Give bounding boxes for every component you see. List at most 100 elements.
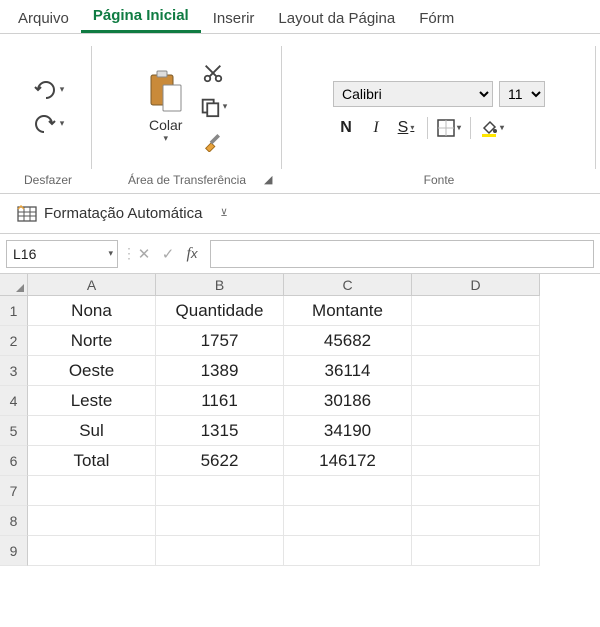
underline-label: S	[398, 119, 409, 137]
group-clipboard: Colar ▾ ▾ Área de Transferência ◢	[92, 38, 282, 193]
chevron-down-icon: ▾	[60, 118, 65, 129]
undo-icon	[32, 79, 58, 101]
row-header[interactable]: 7	[0, 476, 28, 506]
autoformat-icon	[16, 204, 38, 224]
column-header-a[interactable]: A	[28, 274, 156, 296]
cell[interactable]: 45682	[284, 326, 412, 356]
group-undo: ▾ ▾ Desfazer	[4, 38, 92, 193]
cancel-formula-button[interactable]: ✕	[132, 240, 156, 268]
qat-customize-dropdown[interactable]: ⊻	[220, 208, 227, 219]
cell[interactable]	[412, 476, 540, 506]
font-name-select[interactable]: Calibri	[333, 81, 493, 107]
cell[interactable]: 1757	[156, 326, 284, 356]
cell[interactable]	[412, 446, 540, 476]
chevron-down-icon: ▾	[108, 248, 113, 259]
format-painter-button[interactable]	[200, 128, 226, 154]
cell[interactable]	[412, 326, 540, 356]
cell[interactable]	[28, 506, 156, 536]
cell[interactable]	[156, 476, 284, 506]
quick-access-toolbar: Formatação Automática ⊻	[0, 194, 600, 234]
cell[interactable]: 1315	[156, 416, 284, 446]
copy-button[interactable]: ▾	[197, 94, 230, 120]
borders-icon	[437, 119, 455, 137]
tab-home[interactable]: Página Inicial	[81, 1, 201, 33]
cell[interactable]: Nona	[28, 296, 156, 326]
cell[interactable]	[412, 356, 540, 386]
row-header[interactable]: 4	[0, 386, 28, 416]
cell[interactable]	[412, 386, 540, 416]
chevron-down-icon: ▾	[223, 101, 228, 112]
cell[interactable]	[28, 536, 156, 566]
cell[interactable]	[284, 536, 412, 566]
tab-file[interactable]: Arquivo	[6, 4, 81, 33]
autoformat-button[interactable]: Formatação Automática	[10, 201, 208, 227]
x-icon: ✕	[138, 245, 151, 263]
cell[interactable]: 5622	[156, 446, 284, 476]
separator	[470, 117, 471, 139]
borders-button[interactable]: ▾	[436, 115, 462, 141]
cell[interactable]: 30186	[284, 386, 412, 416]
insert-function-button[interactable]: fx	[180, 240, 204, 268]
fill-color-button[interactable]: ▾	[479, 115, 505, 141]
group-label-font: Fonte	[424, 173, 455, 191]
cell[interactable]: Quantidade	[156, 296, 284, 326]
cell[interactable]: 36114	[284, 356, 412, 386]
underline-button[interactable]: S▾	[393, 115, 419, 141]
paintbrush-icon	[202, 130, 224, 152]
font-size-select[interactable]: 11	[499, 81, 545, 107]
row-header[interactable]: 1	[0, 296, 28, 326]
undo-button[interactable]: ▾	[30, 77, 67, 103]
row-header[interactable]: 6	[0, 446, 28, 476]
cell[interactable]	[412, 506, 540, 536]
cell[interactable]: Total	[28, 446, 156, 476]
chevron-down-icon: ▾	[163, 133, 168, 144]
row-header[interactable]: 3	[0, 356, 28, 386]
redo-button[interactable]: ▾	[30, 111, 67, 137]
cell[interactable]: Oeste	[28, 356, 156, 386]
row-header[interactable]: 8	[0, 506, 28, 536]
tab-insert[interactable]: Inserir	[201, 4, 267, 33]
dialog-launcher-icon[interactable]: ◢	[264, 173, 278, 187]
scissors-icon	[202, 62, 224, 84]
cell[interactable]	[156, 506, 284, 536]
separator	[427, 117, 428, 139]
cell[interactable]: Montante	[284, 296, 412, 326]
cell[interactable]: Norte	[28, 326, 156, 356]
group-font: Calibri 11 N I S▾ ▾	[282, 38, 596, 193]
tab-formulas[interactable]: Fórm	[407, 4, 466, 33]
italic-button[interactable]: I	[363, 115, 389, 141]
cell[interactable]	[156, 536, 284, 566]
cell[interactable]	[284, 476, 412, 506]
paste-button[interactable]: Colar ▾	[145, 69, 187, 144]
row-header[interactable]: 2	[0, 326, 28, 356]
row-header[interactable]: 9	[0, 536, 28, 566]
cell[interactable]: 1389	[156, 356, 284, 386]
column-header-d[interactable]: D	[412, 274, 540, 296]
chevron-down-icon: ▾	[457, 123, 461, 132]
cell[interactable]	[412, 296, 540, 326]
bold-button[interactable]: N	[333, 115, 359, 141]
cell[interactable]	[412, 536, 540, 566]
spreadsheet-grid: A B C D 1 Nona Quantidade Montante 2 Nor…	[0, 274, 600, 566]
cell[interactable]: Sul	[28, 416, 156, 446]
cell[interactable]: 146172	[284, 446, 412, 476]
name-box[interactable]: L16 ▾	[6, 240, 118, 268]
select-all-corner[interactable]	[0, 274, 28, 296]
tab-layout[interactable]: Layout da Página	[266, 4, 407, 33]
chevron-down-icon: ▾	[500, 123, 504, 132]
group-label-clipboard: Área de Transferência	[128, 173, 246, 191]
row-header[interactable]: 5	[0, 416, 28, 446]
cell[interactable]	[28, 476, 156, 506]
cell[interactable]: Leste	[28, 386, 156, 416]
cell[interactable]	[284, 506, 412, 536]
column-header-c[interactable]: C	[284, 274, 412, 296]
cell[interactable]	[412, 416, 540, 446]
formula-input[interactable]	[210, 240, 594, 268]
column-header-b[interactable]: B	[156, 274, 284, 296]
cut-button[interactable]	[200, 60, 226, 86]
cell[interactable]: 34190	[284, 416, 412, 446]
cell[interactable]: 1161	[156, 386, 284, 416]
chevron-down-icon: ▾	[60, 84, 65, 95]
ribbon: ▾ ▾ Desfazer Colar ▾	[0, 34, 600, 194]
enter-formula-button[interactable]: ✓	[156, 240, 180, 268]
